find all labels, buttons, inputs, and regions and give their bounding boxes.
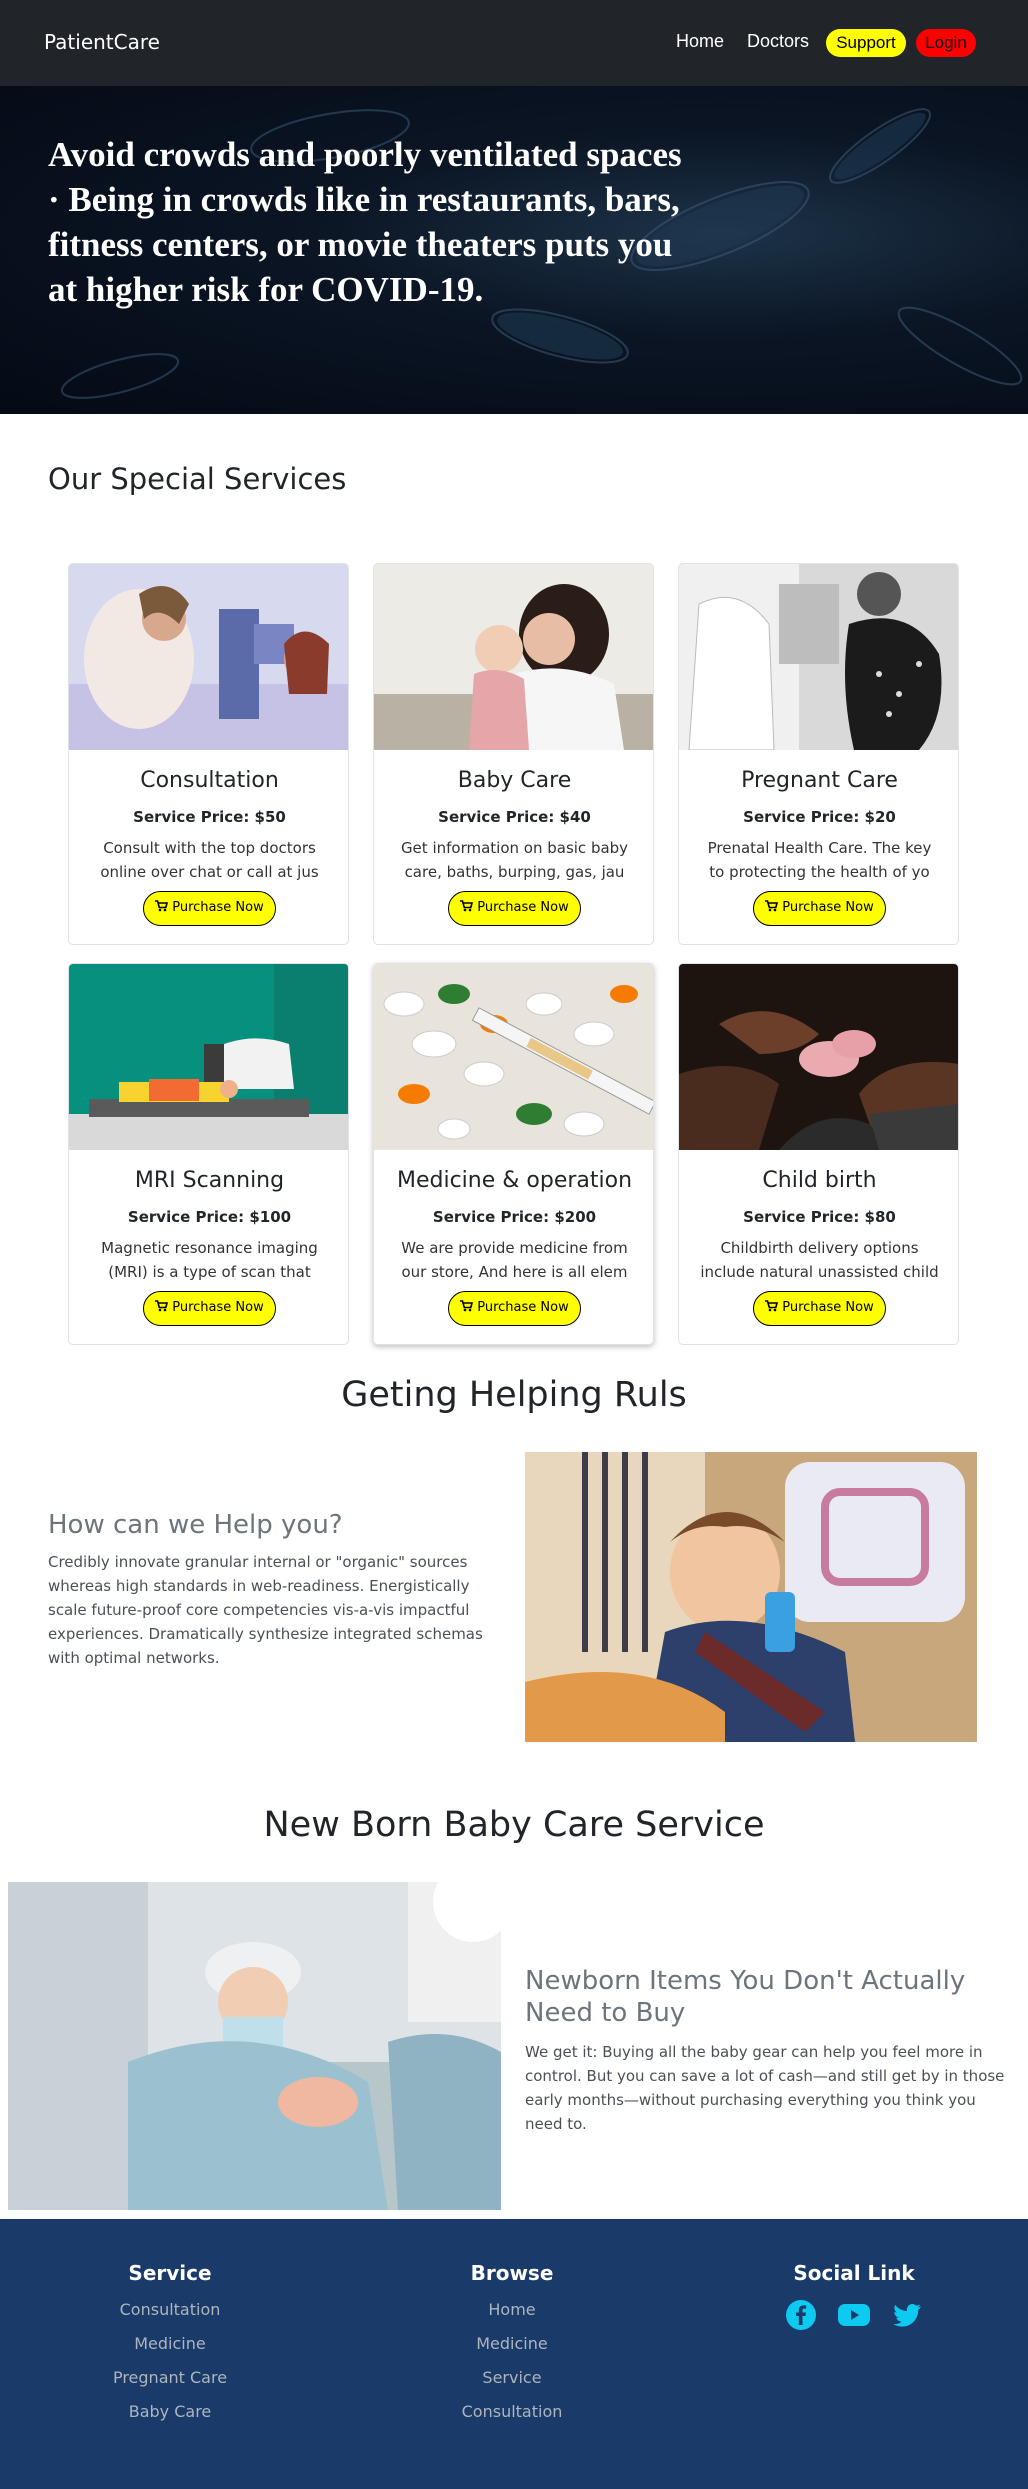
purchase-now-label: Purchase Now bbox=[477, 1300, 569, 1315]
medicine-operation-image bbox=[374, 964, 653, 1150]
purchase-now-label: Purchase Now bbox=[172, 900, 264, 915]
consultation-image bbox=[69, 564, 348, 750]
card-price: Service Price: $100 bbox=[127, 1208, 292, 1226]
footer-link-home[interactable]: Home bbox=[362, 2293, 662, 2327]
purchase-now-button[interactable]: Purchase Now bbox=[753, 1291, 886, 1326]
mri-scanning-image bbox=[69, 964, 348, 1150]
card-title: Pregnant Care bbox=[741, 768, 898, 793]
service-card-pregnant-care: Pregnant Care Service Price: $20 Prenata… bbox=[678, 563, 959, 945]
purchase-now-button[interactable]: Purchase Now bbox=[143, 1291, 276, 1326]
newborn-care-image bbox=[8, 1882, 501, 2210]
footer-link-consultation[interactable]: Consultation bbox=[20, 2293, 320, 2327]
twitter-icon[interactable] bbox=[891, 2299, 923, 2335]
purchase-now-button[interactable]: Purchase Now bbox=[753, 891, 886, 926]
card-description: Childbirth delivery options include natu… bbox=[700, 1239, 939, 1281]
card-description: We are provide medicine from our store, … bbox=[401, 1239, 628, 1281]
nav-doctors-link[interactable]: Doctors bbox=[747, 31, 809, 52]
card-title: Medicine & operation bbox=[396, 1168, 633, 1193]
card-price: Service Price: $50 bbox=[133, 808, 286, 826]
footer-browse-title: Browse bbox=[470, 2261, 554, 2285]
hero-headline: Avoid crowds and poorly ventilated space… bbox=[48, 135, 682, 309]
footer-link-medicine[interactable]: Medicine bbox=[362, 2327, 662, 2361]
cart-icon bbox=[460, 1300, 474, 1312]
footer-link-medicine[interactable]: Medicine bbox=[20, 2327, 320, 2361]
footer-social-title: Social Link bbox=[793, 2261, 915, 2285]
card-price: Service Price: $200 bbox=[432, 1208, 597, 1226]
pregnant-care-image bbox=[679, 564, 958, 750]
purchase-now-button[interactable]: Purchase Now bbox=[143, 891, 276, 926]
card-title: Baby Care bbox=[457, 768, 572, 793]
service-card-medicine-operation: Medicine & operation Service Price: $200… bbox=[373, 963, 654, 1345]
footer-service-title: Service bbox=[128, 2261, 212, 2285]
card-price: Service Price: $40 bbox=[438, 808, 591, 826]
navbar: PatientCare Home Doctors Support Login bbox=[0, 0, 1028, 86]
purchase-now-label: Purchase Now bbox=[782, 1300, 874, 1315]
footer-link-service[interactable]: Service bbox=[362, 2361, 662, 2395]
footer-link-consultation[interactable]: Consultation bbox=[362, 2395, 662, 2429]
service-card-child-birth: Child birth Service Price: $80 Childbirt… bbox=[678, 963, 959, 1345]
card-description: Get information on basic baby care, bath… bbox=[400, 839, 629, 881]
baby-care-image bbox=[374, 564, 653, 750]
newborn-section-title: New Born Baby Care Service bbox=[263, 1805, 765, 1845]
card-price: Service Price: $80 bbox=[743, 1208, 896, 1226]
card-title: Child birth bbox=[762, 1168, 877, 1193]
cart-icon bbox=[155, 1300, 169, 1312]
purchase-now-button[interactable]: Purchase Now bbox=[448, 1291, 581, 1326]
footer-social-column: Social Link bbox=[704, 2261, 1004, 2335]
card-price: Service Price: $20 bbox=[743, 808, 896, 826]
purchase-now-label: Purchase Now bbox=[782, 900, 874, 915]
card-title: Consultation bbox=[140, 768, 279, 793]
footer-link-baby-care[interactable]: Baby Care bbox=[20, 2395, 320, 2429]
footer-link-pregnant-care[interactable]: Pregnant Care bbox=[20, 2361, 320, 2395]
service-card-mri-scanning: MRI Scanning Service Price: $100 Magneti… bbox=[68, 963, 349, 1345]
hero-banner: Avoid crowds and poorly ventilated space… bbox=[0, 86, 1028, 414]
cart-icon bbox=[460, 900, 474, 912]
sick-child-image bbox=[525, 1452, 977, 1742]
footer-service-column: Service Consultation Medicine Pregnant C… bbox=[20, 2261, 320, 2429]
cart-icon bbox=[155, 900, 169, 912]
help-section-title: Geting Helping Ruls bbox=[341, 1375, 687, 1415]
services-title: Our Special Services bbox=[48, 462, 347, 496]
service-card-baby-care: Baby Care Service Price: $40 Get informa… bbox=[373, 563, 654, 945]
service-card-consultation: Consultation Service Price: $50 Consult … bbox=[68, 563, 349, 945]
support-button[interactable]: Support bbox=[826, 29, 906, 57]
footer: Service Consultation Medicine Pregnant C… bbox=[0, 2219, 1028, 2489]
social-icons bbox=[704, 2299, 1004, 2335]
cart-icon bbox=[765, 900, 779, 912]
nav-home-link[interactable]: Home bbox=[676, 31, 724, 52]
login-button[interactable]: Login bbox=[916, 29, 976, 57]
purchase-now-button[interactable]: Purchase Now bbox=[448, 891, 581, 926]
purchase-now-label: Purchase Now bbox=[172, 1300, 264, 1315]
facebook-icon[interactable] bbox=[785, 2299, 817, 2335]
card-description: Prenatal Health Care. The key to protect… bbox=[707, 839, 932, 881]
help-body-text: Credibly innovate granular internal or "… bbox=[48, 1553, 483, 1667]
newborn-body-text: We get it: Buying all the baby gear can … bbox=[525, 2043, 1005, 2133]
help-subtitle: How can we Help you? bbox=[48, 1510, 343, 1540]
youtube-icon[interactable] bbox=[837, 2299, 871, 2335]
cart-icon bbox=[765, 1300, 779, 1312]
brand-logo[interactable]: PatientCare bbox=[44, 30, 160, 54]
newborn-subtitle: Newborn Items You Don't Actually Need to… bbox=[525, 1966, 966, 2028]
purchase-now-label: Purchase Now bbox=[477, 900, 569, 915]
child-birth-image bbox=[679, 964, 958, 1150]
footer-browse-column: Browse Home Medicine Service Consultatio… bbox=[362, 2261, 662, 2429]
card-description: Consult with the top doctors online over… bbox=[100, 839, 319, 881]
card-title: MRI Scanning bbox=[134, 1168, 285, 1193]
